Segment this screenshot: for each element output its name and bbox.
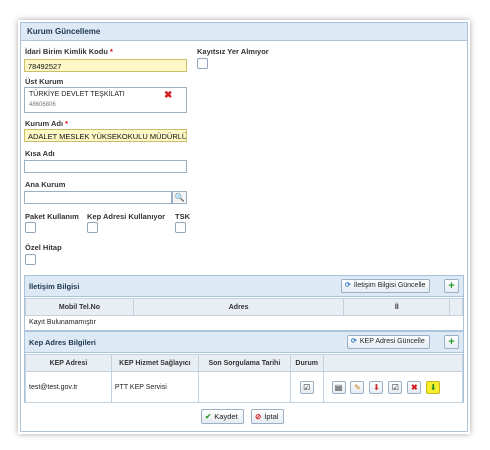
kep-tarih-cell (197, 371, 291, 403)
paket-label: Paket Kullanım (25, 212, 79, 221)
iletisim-title: İletişim Bilgisi (29, 282, 80, 291)
kep-kullaniyor-label: Kep Adresi Kullanıyor (87, 212, 166, 221)
column-header: Son Sorgulama Tarihi (197, 354, 291, 372)
tsk-label: TSK (175, 212, 190, 221)
folder-search-icon[interactable]: 🔍 (172, 191, 187, 204)
paket-checkbox[interactable] (25, 222, 36, 233)
delete-icon[interactable]: ✖ (407, 380, 422, 394)
kep-saglayici-cell: PTT KEP Servisi (110, 371, 199, 403)
durum-cell: ☑ (289, 371, 324, 403)
column-header: KEP Adresi (25, 354, 112, 372)
kep-title: Kep Adres Bilgileri (29, 338, 96, 347)
required-mark: * (109, 47, 113, 56)
kep-adres-cell: test@test.gov.tr (25, 371, 112, 403)
iletisim-section: İletişim Bilgisi ⟳ İletişim Bilgisi Günce… (24, 275, 464, 331)
kisa-adi-label: Kısa Adı (25, 149, 55, 158)
check-icon[interactable]: ☑ (388, 380, 403, 394)
panel-title: Kurum Güncelleme (27, 27, 101, 36)
iptal-label: İptal (264, 412, 279, 421)
column-header: Durum (289, 354, 324, 372)
ozel-hitap-checkbox[interactable] (25, 254, 36, 265)
kurum-adi-input[interactable]: ADALET MESLEK YÜKSEKOKULU MÜDÜRLÜĞ (24, 129, 187, 142)
ust-kurum-code: 48606806 (29, 102, 56, 108)
kep-kullaniyor-checkbox[interactable] (87, 222, 98, 233)
required-mark: * (65, 119, 68, 128)
kurum-adi-label-text: Kurum Adı (25, 119, 64, 128)
kep-guncelle-button[interactable]: ⟳ KEP Adresi Güncelle (347, 335, 430, 349)
check-icon: ✔ (205, 412, 212, 421)
kep-section: Kep Adres Bilgileri ⟳ KEP Adresi Güncelle… (24, 331, 464, 403)
column-header: Mobil Tel.No (25, 298, 134, 316)
kep-table: KEP Adresi KEP Hizmet Sağlayıcı Son Sorg… (25, 354, 464, 403)
column-header: KEP Hizmet Sağlayıcı (110, 354, 199, 372)
iletisim-guncelle-label: İletişim Bilgisi Güncelle (353, 282, 426, 289)
empty-text: Kayıt Bulunamamıştır (29, 319, 96, 326)
kaydet-label: Kaydet (214, 412, 238, 421)
idari-kod-label-text: İdari Birim Kimlik Kodu (25, 47, 108, 56)
refresh-icon: ⟳ (345, 282, 351, 289)
column-header-actions (322, 354, 464, 372)
kayitsiz-label: Kayıtsız Yer Almıyor (197, 47, 269, 56)
kurum-guncelleme-panel: Kurum Güncelleme İdari Birim Kimlik Kodu… (20, 22, 468, 432)
ana-kurum-input[interactable] (24, 191, 172, 204)
kep-header: Kep Adres Bilgileri ⟳ KEP Adresi Güncelle… (25, 332, 463, 353)
list-icon[interactable]: ▤ (331, 380, 346, 394)
actions-cell: ▤ ✎ ⬇ ☑ ✖ ⬇ (322, 371, 464, 403)
iptal-button[interactable]: ⊘ İptal (251, 409, 285, 424)
ozel-hitap-label: Özel Hitap (25, 243, 62, 252)
kurum-adi-label: Kurum Adı * (25, 119, 68, 128)
iletisim-table: Mobil Tel.No Adres İl (25, 298, 463, 316)
iletisim-guncelle-button[interactable]: ⟳ İletişim Bilgisi Güncelle (341, 279, 431, 293)
edit-icon[interactable]: ✎ (350, 380, 365, 394)
column-header: Adres (132, 298, 345, 316)
plus-icon[interactable]: + (444, 335, 459, 349)
kep-guncelle-label: KEP Adresi Güncelle (359, 338, 425, 345)
kayitsiz-checkbox[interactable] (197, 58, 208, 69)
plus-icon[interactable]: + (444, 279, 459, 293)
kaydet-button[interactable]: ✔ Kaydet (201, 409, 244, 424)
idari-kod-input[interactable]: 78492527 (24, 59, 187, 72)
tsk-checkbox[interactable] (175, 222, 186, 233)
ust-kurum-field[interactable]: TÜRKİYE DEVLET TEŞKİLATI 48606806 ✖ (24, 87, 187, 113)
panel-header: Kurum Güncelleme (21, 23, 467, 41)
close-icon[interactable]: ✖ (164, 91, 172, 101)
cancel-icon: ⊘ (255, 412, 262, 421)
check-icon: ☑ (299, 380, 314, 394)
ana-kurum-label: Ana Kurum (25, 180, 66, 189)
iletisim-header: İletişim Bilgisi ⟳ İletişim Bilgisi Günce… (25, 276, 463, 297)
ust-kurum-name: TÜRKİYE DEVLET TEŞKİLATI (29, 91, 125, 98)
download-icon[interactable]: ⬇ (426, 380, 441, 394)
column-header-extra (449, 298, 463, 316)
idari-kod-label: İdari Birim Kimlik Kodu * (25, 47, 113, 56)
sort-down-icon[interactable]: ⬇ (369, 380, 384, 394)
refresh-icon: ⟳ (351, 338, 357, 345)
kisa-adi-input[interactable] (24, 160, 187, 173)
column-header: İl (343, 298, 451, 316)
table-row[interactable]: test@test.gov.tr PTT KEP Servisi ☑ ▤ ✎ ⬇… (25, 371, 464, 403)
ust-kurum-label: Üst Kurum (25, 77, 64, 86)
